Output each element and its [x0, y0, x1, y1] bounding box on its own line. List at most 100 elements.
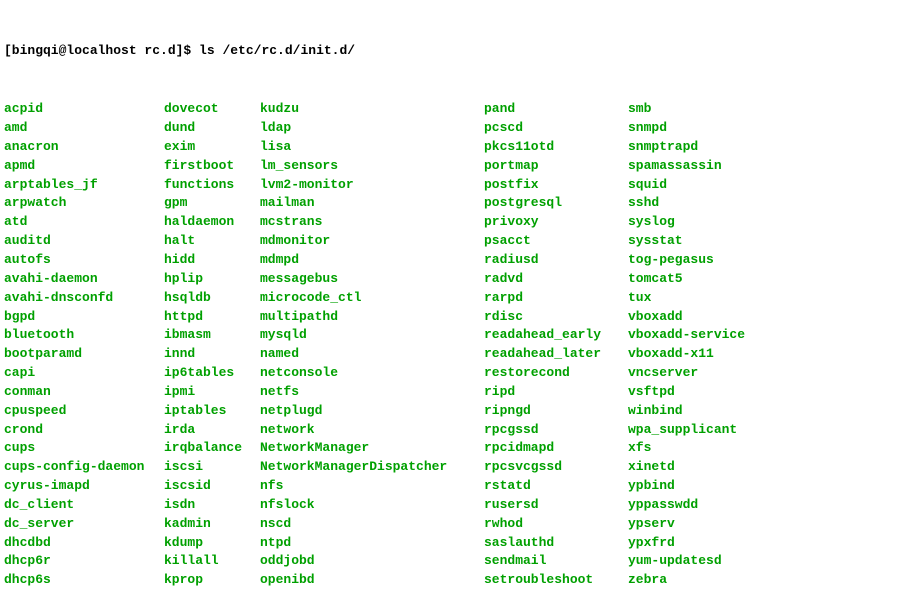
file-entry: named: [260, 345, 484, 364]
file-entry: postfix: [484, 176, 628, 195]
file-entry: cyrus-imapd: [4, 477, 164, 496]
file-entry: oddjobd: [260, 552, 484, 571]
file-entry: snmptrapd: [628, 138, 745, 157]
listing-col-5: smbsnmpdsnmptrapdspamassassinsquidsshdsy…: [628, 100, 745, 590]
file-entry: bgpd: [4, 308, 164, 327]
file-entry: rdisc: [484, 308, 628, 327]
file-entry: firstboot: [164, 157, 260, 176]
file-entry: apmd: [4, 157, 164, 176]
file-entry: postgresql: [484, 194, 628, 213]
file-entry: yppasswdd: [628, 496, 745, 515]
file-entry: pcscd: [484, 119, 628, 138]
file-entry: acpid: [4, 100, 164, 119]
file-entry: ripd: [484, 383, 628, 402]
file-entry: halt: [164, 232, 260, 251]
file-entry: mdmonitor: [260, 232, 484, 251]
file-entry: isdn: [164, 496, 260, 515]
file-entry: radvd: [484, 270, 628, 289]
file-entry: restorecond: [484, 364, 628, 383]
file-entry: winbind: [628, 402, 745, 421]
file-entry: ypbind: [628, 477, 745, 496]
file-entry: portmap: [484, 157, 628, 176]
file-entry: pand: [484, 100, 628, 119]
file-entry: tux: [628, 289, 745, 308]
file-entry: dhcp6r: [4, 552, 164, 571]
file-entry: iscsi: [164, 458, 260, 477]
file-entry: tomcat5: [628, 270, 745, 289]
listing-col-1: acpidamdanacronapmdarptables_jfarpwatcha…: [4, 100, 164, 590]
file-entry: vsftpd: [628, 383, 745, 402]
file-entry: lm_sensors: [260, 157, 484, 176]
file-entry: vboxadd: [628, 308, 745, 327]
file-entry: crond: [4, 421, 164, 440]
file-entry: openibd: [260, 571, 484, 590]
file-entry: spamassassin: [628, 157, 745, 176]
file-entry: lisa: [260, 138, 484, 157]
file-entry: conman: [4, 383, 164, 402]
file-entry: kadmin: [164, 515, 260, 534]
file-entry: anacron: [4, 138, 164, 157]
file-entry: messagebus: [260, 270, 484, 289]
file-entry: kdump: [164, 534, 260, 553]
file-entry: vboxadd-service: [628, 326, 745, 345]
file-entry: psacct: [484, 232, 628, 251]
prompt-user-host: [bingqi@localhost rc.d]$: [4, 43, 199, 58]
file-entry: squid: [628, 176, 745, 195]
file-entry: dovecot: [164, 100, 260, 119]
file-entry: avahi-daemon: [4, 270, 164, 289]
file-entry: haldaemon: [164, 213, 260, 232]
file-entry: smb: [628, 100, 745, 119]
file-entry: ipmi: [164, 383, 260, 402]
file-entry: lvm2-monitor: [260, 176, 484, 195]
file-entry: mailman: [260, 194, 484, 213]
file-entry: irqbalance: [164, 439, 260, 458]
file-entry: mysqld: [260, 326, 484, 345]
file-entry: snmpd: [628, 119, 745, 138]
file-entry: netconsole: [260, 364, 484, 383]
file-entry: rpcidmapd: [484, 439, 628, 458]
listing-col-2: dovecotdundeximfirstbootfunctionsgpmhald…: [164, 100, 260, 590]
file-entry: httpd: [164, 308, 260, 327]
file-entry: NetworkManager: [260, 439, 484, 458]
file-entry: yum-updatesd: [628, 552, 745, 571]
file-entry: rarpd: [484, 289, 628, 308]
file-entry: radiusd: [484, 251, 628, 270]
file-entry: microcode_ctl: [260, 289, 484, 308]
file-entry: hsqldb: [164, 289, 260, 308]
prompt-command: ls /etc/rc.d/init.d/: [199, 43, 355, 58]
file-entry: functions: [164, 176, 260, 195]
file-entry: mcstrans: [260, 213, 484, 232]
file-entry: dund: [164, 119, 260, 138]
file-entry: iptables: [164, 402, 260, 421]
file-entry: dhcdbd: [4, 534, 164, 553]
file-entry: bluetooth: [4, 326, 164, 345]
file-entry: network: [260, 421, 484, 440]
file-entry: dc_server: [4, 515, 164, 534]
file-entry: cups: [4, 439, 164, 458]
file-entry: zebra: [628, 571, 745, 590]
file-entry: cups-config-daemon: [4, 458, 164, 477]
file-entry: autofs: [4, 251, 164, 270]
file-entry: rstatd: [484, 477, 628, 496]
file-entry: wpa_supplicant: [628, 421, 745, 440]
file-entry: kudzu: [260, 100, 484, 119]
file-entry: xinetd: [628, 458, 745, 477]
file-entry: ntpd: [260, 534, 484, 553]
file-entry: vboxadd-x11: [628, 345, 745, 364]
file-entry: killall: [164, 552, 260, 571]
file-entry: multipathd: [260, 308, 484, 327]
file-entry: sshd: [628, 194, 745, 213]
file-entry: saslauthd: [484, 534, 628, 553]
file-entry: exim: [164, 138, 260, 157]
file-entry: rusersd: [484, 496, 628, 515]
file-entry: rpcgssd: [484, 421, 628, 440]
file-entry: NetworkManagerDispatcher: [260, 458, 484, 477]
file-entry: amd: [4, 119, 164, 138]
file-entry: tog-pegasus: [628, 251, 745, 270]
file-entry: rpcsvcgssd: [484, 458, 628, 477]
file-entry: setroubleshoot: [484, 571, 628, 590]
file-entry: arptables_jf: [4, 176, 164, 195]
file-entry: cpuspeed: [4, 402, 164, 421]
file-entry: netplugd: [260, 402, 484, 421]
file-entry: iscsid: [164, 477, 260, 496]
